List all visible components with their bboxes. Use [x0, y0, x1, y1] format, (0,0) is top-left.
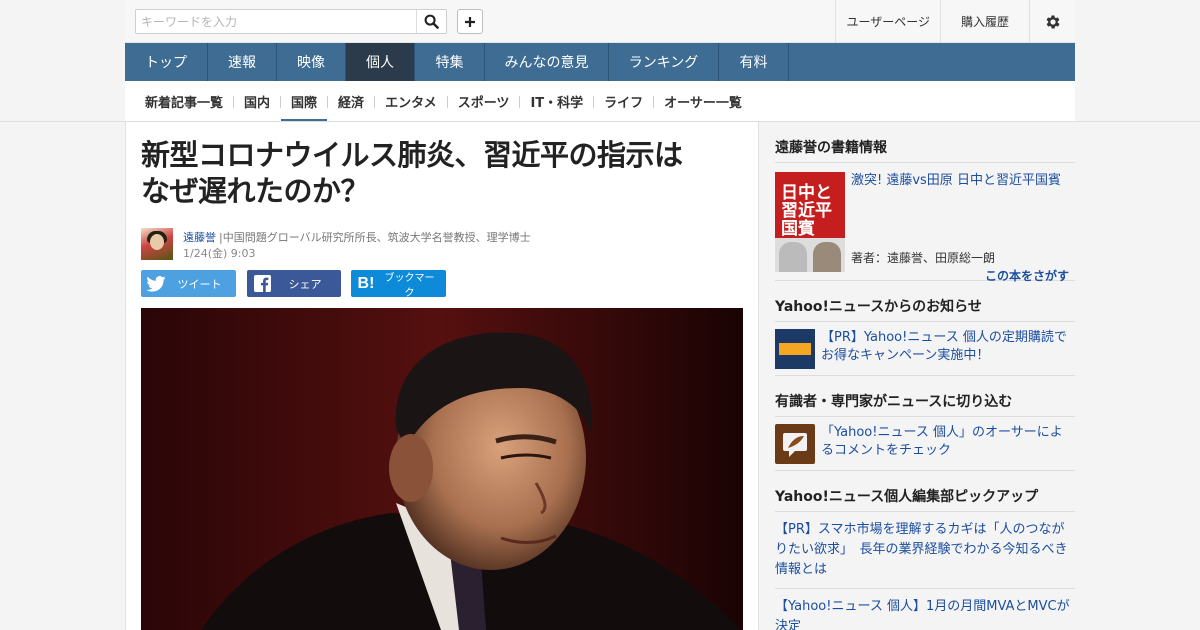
add-button[interactable]: [457, 9, 483, 34]
nav-ranking[interactable]: ランキング: [609, 43, 719, 81]
book-section-heading: 遠藤誉の書籍情報: [775, 122, 1075, 163]
book-info: 日中と習近平国賓 激突! 遠藤vs田原 日中と習近平国賓 著者：遠藤誉、田原総一…: [775, 163, 1075, 284]
expert-item[interactable]: 「Yahoo!ニュース 個人」のオーサーによるコメントをチェック: [775, 417, 1075, 471]
title-line-1: 新型コロナウイルス肺炎、習近平の指示は: [141, 140, 683, 172]
nav-paid[interactable]: 有料: [719, 43, 789, 81]
facebook-share-label: シェア: [288, 277, 322, 291]
hatena-bookmark-icon: B!: [357, 274, 375, 292]
nav-feature[interactable]: 特集: [415, 43, 485, 81]
search-button[interactable]: [416, 10, 446, 33]
main-nav: トップ 速報 映像 個人 特集 みんなの意見 ランキング 有料: [125, 43, 1075, 81]
pickup-item[interactable]: 【Yahoo!ニュース 個人】1月の月間MVAとMVCが決定: [775, 589, 1075, 630]
book-title-link[interactable]: 激突! 遠藤vs田原 日中と習近平国賓: [851, 172, 1075, 189]
search-input[interactable]: [136, 10, 418, 33]
pickup-section-heading: Yahoo!ニュース個人編集部ピックアップ: [775, 471, 1075, 512]
nav-top[interactable]: トップ: [125, 43, 208, 81]
title-line-2: なぜ遅れたのか？: [141, 176, 370, 208]
cover-person: [813, 242, 841, 272]
notice-section-heading: Yahoo!ニュースからのお知らせ: [775, 281, 1075, 322]
twitter-icon: [141, 275, 171, 292]
book-cover-photo: [775, 238, 845, 272]
notice-link[interactable]: 【PR】Yahoo!ニュース 個人の定期購読でお得なキャンペーン実施中！: [821, 329, 1075, 365]
author-description: |中国問題グローバル研究所所長、筑波大学名誉教授、理学博士: [219, 231, 531, 244]
comment-thumbnail: [775, 424, 815, 464]
plus-icon: [465, 16, 475, 27]
nav-breaking[interactable]: 速報: [208, 43, 277, 81]
hatena-bookmark-button[interactable]: B! ブックマーク: [351, 270, 446, 299]
tweet-label: ツイート: [177, 277, 222, 291]
find-book-link[interactable]: この本をさがす: [985, 267, 1069, 284]
pickup-item[interactable]: 【PR】スマホ市場を理解するカギは「人のつながりたい欲求」 長年の業界経験でわか…: [775, 512, 1075, 589]
subnav-authors[interactable]: オーサー一覧: [654, 81, 752, 122]
notice-item[interactable]: 【PR】Yahoo!ニュース 個人の定期購読でお得なキャンペーン実施中！: [775, 322, 1075, 376]
subnav-life[interactable]: ライフ: [594, 81, 653, 122]
publish-date: 1/24(金) 9:03: [183, 247, 256, 260]
tweet-button[interactable]: ツイート: [141, 270, 236, 297]
nav-opinion[interactable]: みんなの意見: [485, 43, 609, 81]
book-cover-image[interactable]: 日中と習近平国賓: [775, 172, 845, 272]
subnav-economy[interactable]: 経済: [328, 81, 374, 122]
subnav-latest[interactable]: 新着記事一覧: [135, 81, 233, 122]
hatena-bookmark-label: ブックマーク: [384, 272, 435, 299]
sidebar: 遠藤誉の書籍情報 日中と習近平国賓 激突! 遠藤vs田原 日中と習近平国賓 著者…: [775, 122, 1075, 630]
purchase-history-link[interactable]: 購入履歴: [939, 0, 1029, 43]
nav-video[interactable]: 映像: [277, 43, 346, 81]
sub-nav: 新着記事一覧 国内 国際 経済 エンタメ スポーツ IT・科学 ライフ オーサー…: [125, 81, 1075, 122]
article-title: 新型コロナウイルス肺炎、習近平の指示は なぜ遅れたのか？: [141, 138, 741, 210]
portrait-illustration: [141, 308, 743, 630]
user-page-link[interactable]: ユーザーページ: [835, 0, 940, 43]
settings-button[interactable]: [1029, 0, 1075, 43]
byline: 遠藤誉 |中国問題グローバル研究所所長、筑波大学名誉教授、理学博士: [183, 229, 531, 245]
article-hero-image: [141, 308, 743, 630]
avatar-face: [150, 234, 164, 250]
nav-individual[interactable]: 個人: [346, 43, 415, 81]
subnav-international[interactable]: 国際: [281, 81, 328, 122]
feather-comment-icon: [783, 433, 807, 457]
cover-person: [779, 242, 807, 272]
top-bar: ユーザーページ 購入履歴: [125, 0, 1075, 43]
top-links: ユーザーページ 購入履歴: [835, 0, 1075, 43]
expert-comment-link[interactable]: 「Yahoo!ニュース 個人」のオーサーによるコメントをチェック: [821, 424, 1075, 460]
facebook-icon: [247, 275, 277, 292]
book-cover-title: 日中と習近平国賓: [781, 183, 832, 239]
subnav-domestic[interactable]: 国内: [234, 81, 280, 122]
author-avatar[interactable]: [141, 228, 173, 260]
facebook-share-button[interactable]: シェア: [247, 270, 341, 297]
campaign-banner-stripe: [779, 343, 811, 355]
book-authors: 著者：遠藤誉、田原総一朗: [851, 251, 996, 265]
gear-icon: [1046, 14, 1060, 29]
article: 新型コロナウイルス肺炎、習近平の指示は なぜ遅れたのか？ 遠藤誉 |中国問題グロー…: [125, 122, 759, 630]
campaign-thumbnail: [775, 329, 815, 369]
subnav-sports[interactable]: スポーツ: [448, 81, 520, 122]
subnav-entertainment[interactable]: エンタメ: [375, 81, 447, 122]
expert-section-heading: 有識者・専門家がニュースに切り込む: [775, 376, 1075, 417]
author-link[interactable]: 遠藤誉: [183, 231, 216, 244]
subnav-it-science[interactable]: IT・科学: [520, 81, 593, 122]
search-box: [135, 9, 447, 34]
search-icon: [424, 14, 439, 29]
